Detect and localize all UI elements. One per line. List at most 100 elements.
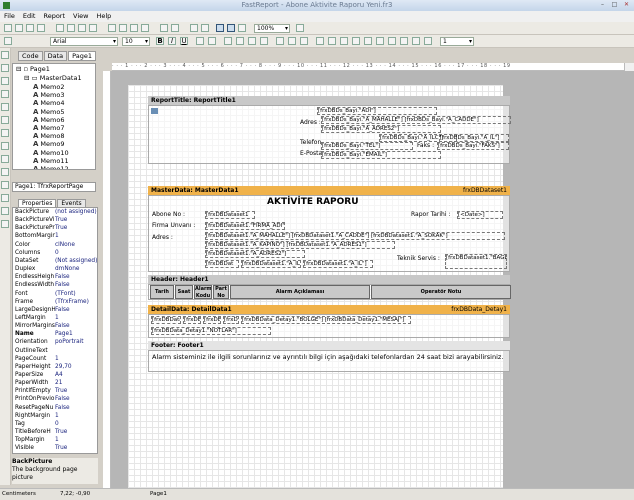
property-value[interactable]: 1 [55,436,97,444]
property-row[interactable]: TitleBeforeH True [13,428,97,436]
rt-faks-label[interactable]: Faks : [417,142,435,150]
delete-page-icon[interactable] [78,24,86,32]
property-value[interactable]: True [55,224,97,232]
property-value[interactable]: clNone [55,241,97,249]
menu-help[interactable]: Help [96,11,111,22]
firma-unvani-value[interactable]: [frxDBDataset1."FIRMA_ADI"] [205,222,285,230]
property-value[interactable]: 1 [55,355,97,363]
font-name-combo[interactable]: Arial [50,37,118,46]
page-settings-icon[interactable] [89,24,97,32]
frame-right-icon[interactable] [352,37,360,45]
rt-mahalle-cadde[interactable]: [frxDBDs_Bayi."A_MAHALLE"] [frxDBDs_Bayi… [321,116,511,124]
detail-alarm-kodu[interactable]: [frxDB [203,316,221,324]
column-header[interactable]: Tarih [150,285,174,299]
frame-all-icon[interactable] [364,37,372,45]
header-band[interactable]: Tarih Saat Alarm Kodu Part No Alarm Açıklama… [148,284,511,300]
shadow-icon[interactable] [388,37,396,45]
report-title-band-header[interactable]: ReportTitle: ReportTitle1 [148,96,510,105]
new-page-icon[interactable] [56,24,64,32]
font-size-combo[interactable]: 10 [122,37,150,46]
rt-il[interactable]: [frxDBDs_Bayi."A_IL"] [439,134,509,142]
menu-file[interactable]: File [4,11,15,22]
format-painter-icon[interactable] [141,24,149,32]
md-adres-label[interactable]: Adres : [152,234,173,242]
chart-tool-icon[interactable] [1,194,9,202]
masterdata-band-header[interactable]: MasterData: MasterData1 frxDBDataset1 [148,186,510,195]
md-adres-line1[interactable]: [frxDBDataset1."A_MAHALLE"] [frxDBDatase… [205,232,505,240]
property-value[interactable]: True [55,428,97,436]
minimize-icon[interactable]: – [598,1,607,9]
property-value[interactable]: 1 [55,232,97,240]
underline-icon[interactable]: U [180,37,188,45]
align-middle-icon[interactable] [288,37,296,45]
property-row[interactable]: TopMargin 1 [13,436,97,444]
property-value[interactable]: True [55,444,97,452]
property-value[interactable]: 1 [55,412,97,420]
align-right-icon[interactable] [248,37,256,45]
property-row[interactable]: PrintIfEmpty True [13,387,97,395]
detaildata-band-header[interactable]: DetailData: DetailData1 frxDBData_Detay1 [148,305,510,314]
abone-no-value[interactable]: [frxDBDataset1 [205,211,255,219]
paste-icon[interactable] [130,24,138,32]
ungroup-icon[interactable] [201,24,209,32]
menu-edit[interactable]: Edit [23,11,36,22]
masterdata-band[interactable]: AKTİVİTE RAPORU Abone No : [frxDBDataset… [148,195,510,272]
align-left-icon[interactable] [224,37,232,45]
fit-to-grid-icon[interactable] [238,24,246,32]
property-row[interactable]: OutlineText [13,347,97,355]
property-value[interactable]: False [55,306,97,314]
tree-memo[interactable]: A Memo9 [33,140,64,148]
report-heading[interactable]: AKTİVİTE RAPORU [267,197,359,207]
property-value[interactable]: 29,70 [55,363,97,371]
align-justify-icon[interactable] [260,37,268,45]
bold-icon[interactable]: B [156,37,164,45]
detail-notlar[interactable]: [frxDBData_Detay1."NOTLAR"] [151,327,271,335]
tab-page1[interactable]: Page1 [68,51,97,61]
tab-code[interactable]: Code [18,51,43,61]
tree-memo[interactable]: A Memo5 [33,108,64,116]
column-header[interactable]: Alarm Kodu [194,285,212,299]
property-value[interactable]: poPortrait [55,338,97,346]
select-tool-icon[interactable] [1,51,9,59]
property-row[interactable]: BackPictureVi True [13,216,97,224]
property-row[interactable]: EndlessHeigh False [13,273,97,281]
align-bottom-icon[interactable] [300,37,308,45]
property-row[interactable]: Columns 0 [13,249,97,257]
md-adres-line3[interactable]: [frxDBDataset1."A_ADRES2"] [205,250,305,258]
footer-message[interactable]: Alarm sisteminiz ile ilgili sorunlarınız… [152,353,503,361]
header-band-header[interactable]: Header: Header1 [148,275,510,284]
property-value[interactable]: (Not assigned) [55,257,97,265]
frame-left-icon[interactable] [340,37,348,45]
md-ilce-value[interactable]: [frxDBDataset1."A_IL"] [241,260,301,268]
property-value[interactable]: True [55,216,97,224]
font-color-icon[interactable] [196,37,204,45]
tab-data[interactable]: Data [43,51,68,61]
property-row[interactable]: PrintOnPrevio False [13,395,97,403]
property-row[interactable]: PageCount 1 [13,355,97,363]
property-value[interactable]: False [55,281,97,289]
property-row[interactable]: PaperSize A4 [13,371,97,379]
property-value[interactable]: Page1 [55,330,97,338]
rt-tel[interactable]: [frxDBDs_Bayi."TEL"] [321,142,413,150]
copy-icon[interactable] [119,24,127,32]
rt-adres2[interactable]: [frxDBDs_Bayi."A_ADRES2"] [321,125,441,133]
tree-memo[interactable]: A Memo7 [33,124,64,132]
zoom-tool-icon[interactable] [1,77,9,85]
show-grid-icon[interactable] [216,24,224,32]
frame-top-icon[interactable] [316,37,324,45]
property-row[interactable]: BottomMargin 1 [13,232,97,240]
tree-memo[interactable]: A Memo4 [33,99,64,107]
property-value[interactable]: 1 [55,314,97,322]
rt-adres-label[interactable]: Adres : [300,119,320,127]
teknik-servis-value[interactable]: [frxDBDataset1."BAGLAYAN_FIRMA"] [445,254,507,269]
save-icon[interactable] [26,24,34,32]
property-value[interactable]: 0 [55,420,97,428]
property-row[interactable]: MirrorMargins False [13,322,97,330]
maximize-icon[interactable]: □ [610,1,619,9]
align-center-icon[interactable] [236,37,244,45]
group-icon[interactable] [190,24,198,32]
property-value[interactable]: (not assigned) [55,208,97,216]
property-row[interactable]: ResetPageNu False [13,404,97,412]
report-page[interactable]: ReportTitle: ReportTitle1 [frxDBDs_Bayi.… [128,85,511,488]
tree-memo[interactable]: A Memo12 [33,165,69,169]
